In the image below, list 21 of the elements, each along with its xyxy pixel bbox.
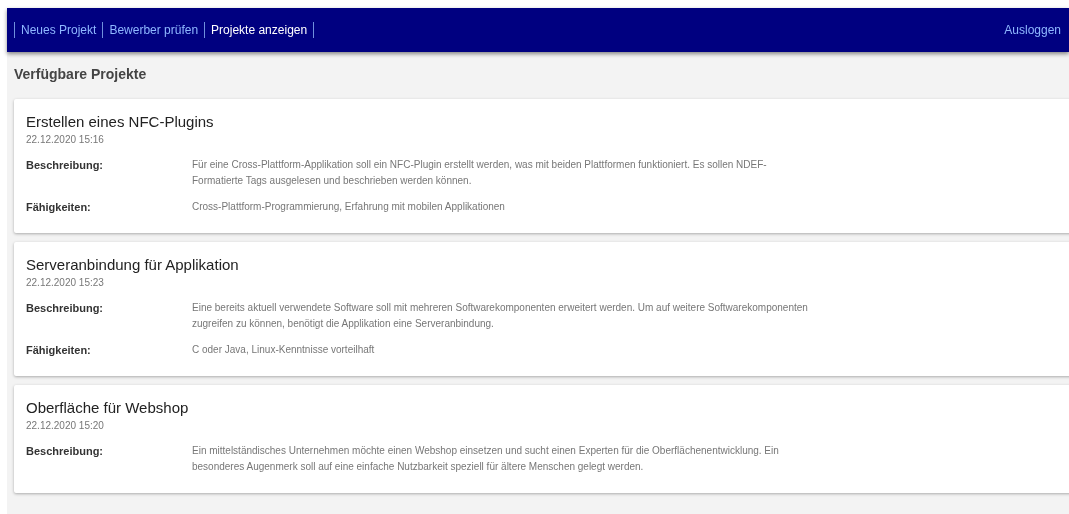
project-title: Oberfläche für Webshop [26,399,190,416]
nav-link[interactable]: Neues Projekt [15,22,104,38]
field-value: Cross-Plattform-Programmierung, Erfahrung mit mobilen Applikationen [192,200,506,214]
project-date: 22.12.2020 15:23 [26,277,105,288]
field-value: C oder Java, Linux-Kenntnisse vorteilhaft [192,343,376,357]
field-value: Eine bereits aktuell verwendete Software soll mit mehreren Softwarekomponenten erweitert werden. Um auf weitere Softwarekomponenten zugreifen zu können, benötigt die Applikation eine Serveranbindung. [192,301,809,331]
nav-link[interactable]: Projekte anzeigen [205,22,315,38]
field-label: Fähigkeiten: [26,201,92,215]
page-heading: Verfügbare Projekte [13,65,148,84]
logout-link[interactable]: Ausloggen [1004,23,1061,37]
field-value: Ein mittelständisches Unternehmen möchte einen Webshop einsetzen und sucht einen Experten für die Oberflächenentwicklung. Ein besonderes Augenmerk soll auf eine einfache Nutzbarkeit speziell für ältere Menschen gelegt werden. [192,444,780,474]
project-date: 22.12.2020 15:20 [26,420,105,431]
field-label: Beschreibung: [26,302,104,316]
field-label: Beschreibung: [26,445,104,459]
field-value: Für eine Cross-Plattform-Applikation soll ein NFC-Plugin erstellt werden, was mit beiden Plattformen funktioniert. Es sollen NDEF-Formatierte Tags ausgelesen und beschrieben werden können. [192,158,768,188]
project-date: 22.12.2020 15:16 [26,134,105,145]
project-title: Serveranbindung für Applikation [26,256,240,273]
field-label: Beschreibung: [26,159,104,173]
field-label: Fähigkeiten: [26,344,92,358]
project-title: Erstellen eines NFC-Plugins [26,113,215,130]
nav-link[interactable]: Bewerber prüfen [103,22,206,38]
